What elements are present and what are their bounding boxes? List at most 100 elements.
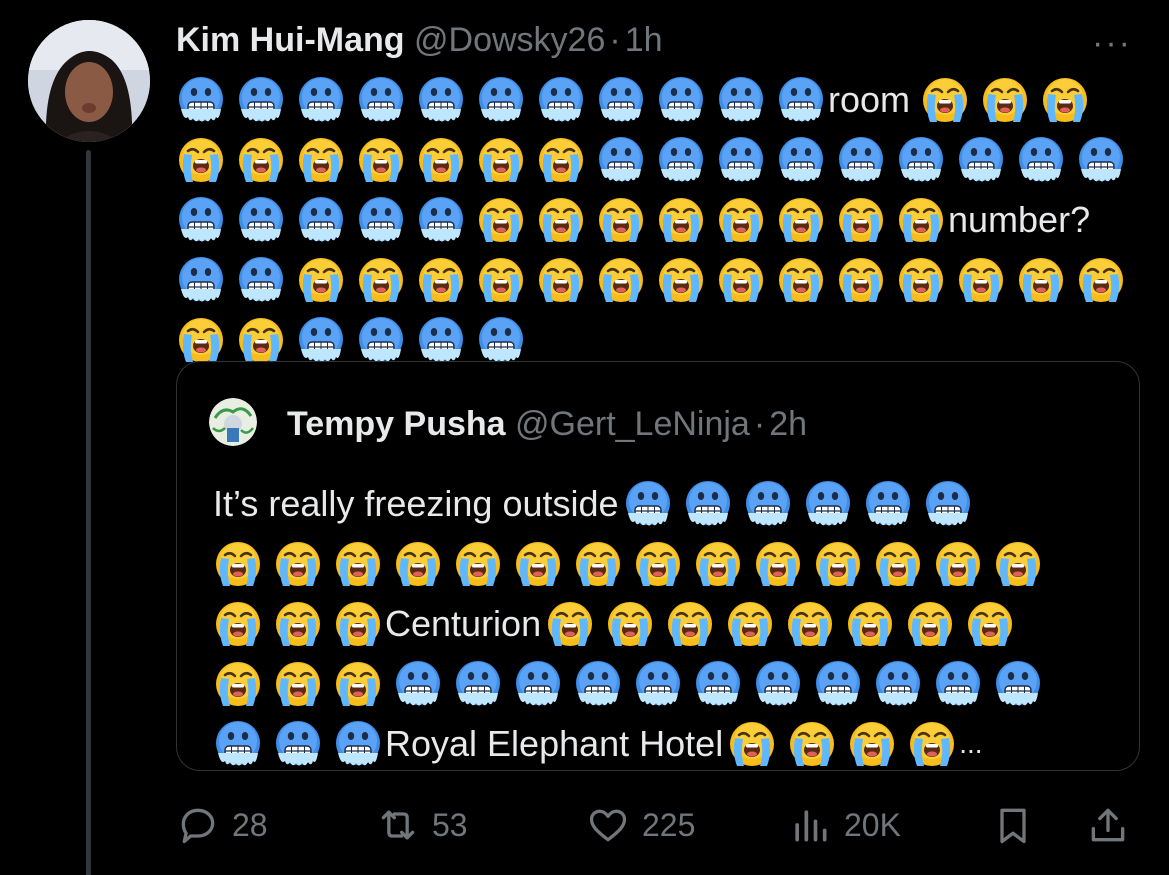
quoted-word-centurion: Centurion bbox=[385, 603, 542, 644]
loudly-crying-face-emoji bbox=[920, 75, 970, 125]
cold-face-emoji bbox=[873, 659, 923, 709]
cold-face-emoji bbox=[1076, 135, 1126, 185]
loudly-crying-face-emoji bbox=[716, 255, 766, 305]
post-text: room number? bbox=[176, 70, 1151, 370]
loudly-crying-face-emoji bbox=[545, 599, 595, 649]
views-chart-icon bbox=[795, 810, 827, 842]
like-button[interactable]: 225 bbox=[586, 800, 695, 850]
quoted-post-time[interactable]: 2h bbox=[769, 405, 807, 443]
cold-face-emoji bbox=[356, 315, 406, 365]
loudly-crying-face-emoji bbox=[836, 195, 886, 245]
cold-face-emoji bbox=[236, 75, 286, 125]
loudly-crying-face-emoji bbox=[836, 255, 886, 305]
cold-face-emoji bbox=[176, 195, 226, 245]
cold-face-emoji bbox=[716, 75, 766, 125]
cold-face-emoji bbox=[596, 135, 646, 185]
loudly-crying-face-emoji bbox=[213, 539, 263, 589]
loudly-crying-face-emoji bbox=[1016, 255, 1066, 305]
repost-button[interactable]: 53 bbox=[376, 800, 468, 850]
repost-icon bbox=[381, 810, 415, 840]
quoted-post[interactable]: Tempy Pusha @Gert_LeNinja · 2h It’s really… bbox=[176, 361, 1140, 771]
cold-face-emoji bbox=[656, 75, 706, 125]
quoted-post-header: Tempy Pusha @Gert_LeNinja · 2h bbox=[287, 402, 807, 446]
cold-face-emoji bbox=[693, 659, 743, 709]
reply-button[interactable]: 28 bbox=[176, 800, 268, 850]
separator-dot: · bbox=[753, 405, 766, 443]
loudly-crying-face-emoji bbox=[476, 195, 526, 245]
share-button[interactable] bbox=[1086, 800, 1130, 850]
loudly-crying-face-emoji bbox=[273, 599, 323, 649]
loudly-crying-face-emoji bbox=[656, 195, 706, 245]
cold-face-emoji bbox=[176, 75, 226, 125]
cold-face-emoji bbox=[776, 75, 826, 125]
cold-face-emoji bbox=[236, 195, 286, 245]
loudly-crying-face-emoji bbox=[213, 659, 263, 709]
loudly-crying-face-emoji bbox=[176, 135, 226, 185]
loudly-crying-face-emoji bbox=[416, 255, 466, 305]
loudly-crying-face-emoji bbox=[656, 255, 706, 305]
quoted-text-row bbox=[213, 654, 1113, 714]
bookmark-icon bbox=[1000, 808, 1026, 844]
loudly-crying-face-emoji bbox=[213, 599, 263, 649]
cold-face-emoji bbox=[776, 135, 826, 185]
cold-face-emoji bbox=[623, 479, 673, 529]
post-text-row: room bbox=[176, 70, 1151, 130]
more-options-icon[interactable]: ··· bbox=[1092, 24, 1132, 63]
loudly-crying-face-emoji bbox=[536, 195, 586, 245]
loudly-crying-face-emoji bbox=[933, 539, 983, 589]
cold-face-emoji bbox=[416, 195, 466, 245]
cold-face-emoji bbox=[743, 479, 793, 529]
cold-face-emoji bbox=[356, 75, 406, 125]
loudly-crying-face-emoji bbox=[416, 135, 466, 185]
loudly-crying-face-emoji bbox=[573, 539, 623, 589]
cold-face-emoji bbox=[393, 659, 443, 709]
loudly-crying-face-emoji bbox=[333, 659, 383, 709]
author-avatar[interactable] bbox=[28, 20, 150, 142]
post-word-number: number? bbox=[948, 199, 1091, 240]
like-count: 225 bbox=[642, 806, 696, 843]
quoted-author-name[interactable]: Tempy Pusha bbox=[287, 405, 506, 443]
loudly-crying-face-emoji bbox=[907, 719, 957, 769]
loudly-crying-face-emoji bbox=[813, 539, 863, 589]
loudly-crying-face-emoji bbox=[896, 195, 946, 245]
cold-face-emoji bbox=[296, 195, 346, 245]
loudly-crying-face-emoji bbox=[716, 195, 766, 245]
repost-count: 53 bbox=[432, 806, 468, 843]
views-button[interactable]: 20K bbox=[788, 800, 901, 850]
cold-face-emoji bbox=[813, 659, 863, 709]
loudly-crying-face-emoji bbox=[725, 599, 775, 649]
loudly-crying-face-emoji bbox=[333, 539, 383, 589]
quoted-text-row: It’s really freezing outside bbox=[213, 474, 1113, 534]
loudly-crying-face-emoji bbox=[1040, 75, 1090, 125]
post-time[interactable]: 1h bbox=[625, 21, 663, 59]
cold-face-emoji bbox=[296, 75, 346, 125]
loudly-crying-face-emoji bbox=[956, 255, 1006, 305]
cold-face-emoji bbox=[573, 659, 623, 709]
loudly-crying-face-emoji bbox=[980, 75, 1030, 125]
loudly-crying-face-emoji bbox=[845, 599, 895, 649]
quoted-author-handle[interactable]: @Gert_LeNinja bbox=[515, 405, 750, 443]
cold-face-emoji bbox=[993, 659, 1043, 709]
cold-face-emoji bbox=[356, 195, 406, 245]
author-handle[interactable]: @Dowsky26 bbox=[414, 21, 605, 59]
cold-face-emoji bbox=[213, 719, 263, 769]
post-text-row bbox=[176, 130, 1151, 190]
action-bar: 28 53 225 20K bbox=[176, 800, 1136, 850]
cold-face-emoji bbox=[656, 135, 706, 185]
loudly-crying-face-emoji bbox=[236, 315, 286, 365]
loudly-crying-face-emoji bbox=[965, 599, 1015, 649]
quoted-author-avatar[interactable] bbox=[209, 398, 257, 446]
cold-face-emoji bbox=[453, 659, 503, 709]
cold-face-emoji bbox=[273, 719, 323, 769]
cold-face-emoji bbox=[236, 255, 286, 305]
quoted-ellipsis: ... bbox=[959, 728, 983, 759]
loudly-crying-face-emoji bbox=[596, 255, 646, 305]
cold-face-emoji bbox=[1016, 135, 1066, 185]
post-header: Kim Hui-Mang @Dowsky26 · 1h bbox=[176, 18, 663, 62]
cold-face-emoji bbox=[956, 135, 1006, 185]
quoted-text-row: Centurion bbox=[213, 594, 1113, 654]
bookmark-button[interactable] bbox=[991, 800, 1035, 850]
cold-face-emoji bbox=[416, 315, 466, 365]
author-name[interactable]: Kim Hui-Mang bbox=[176, 21, 405, 59]
quoted-word-hotel: Royal Elephant Hotel bbox=[385, 723, 724, 764]
